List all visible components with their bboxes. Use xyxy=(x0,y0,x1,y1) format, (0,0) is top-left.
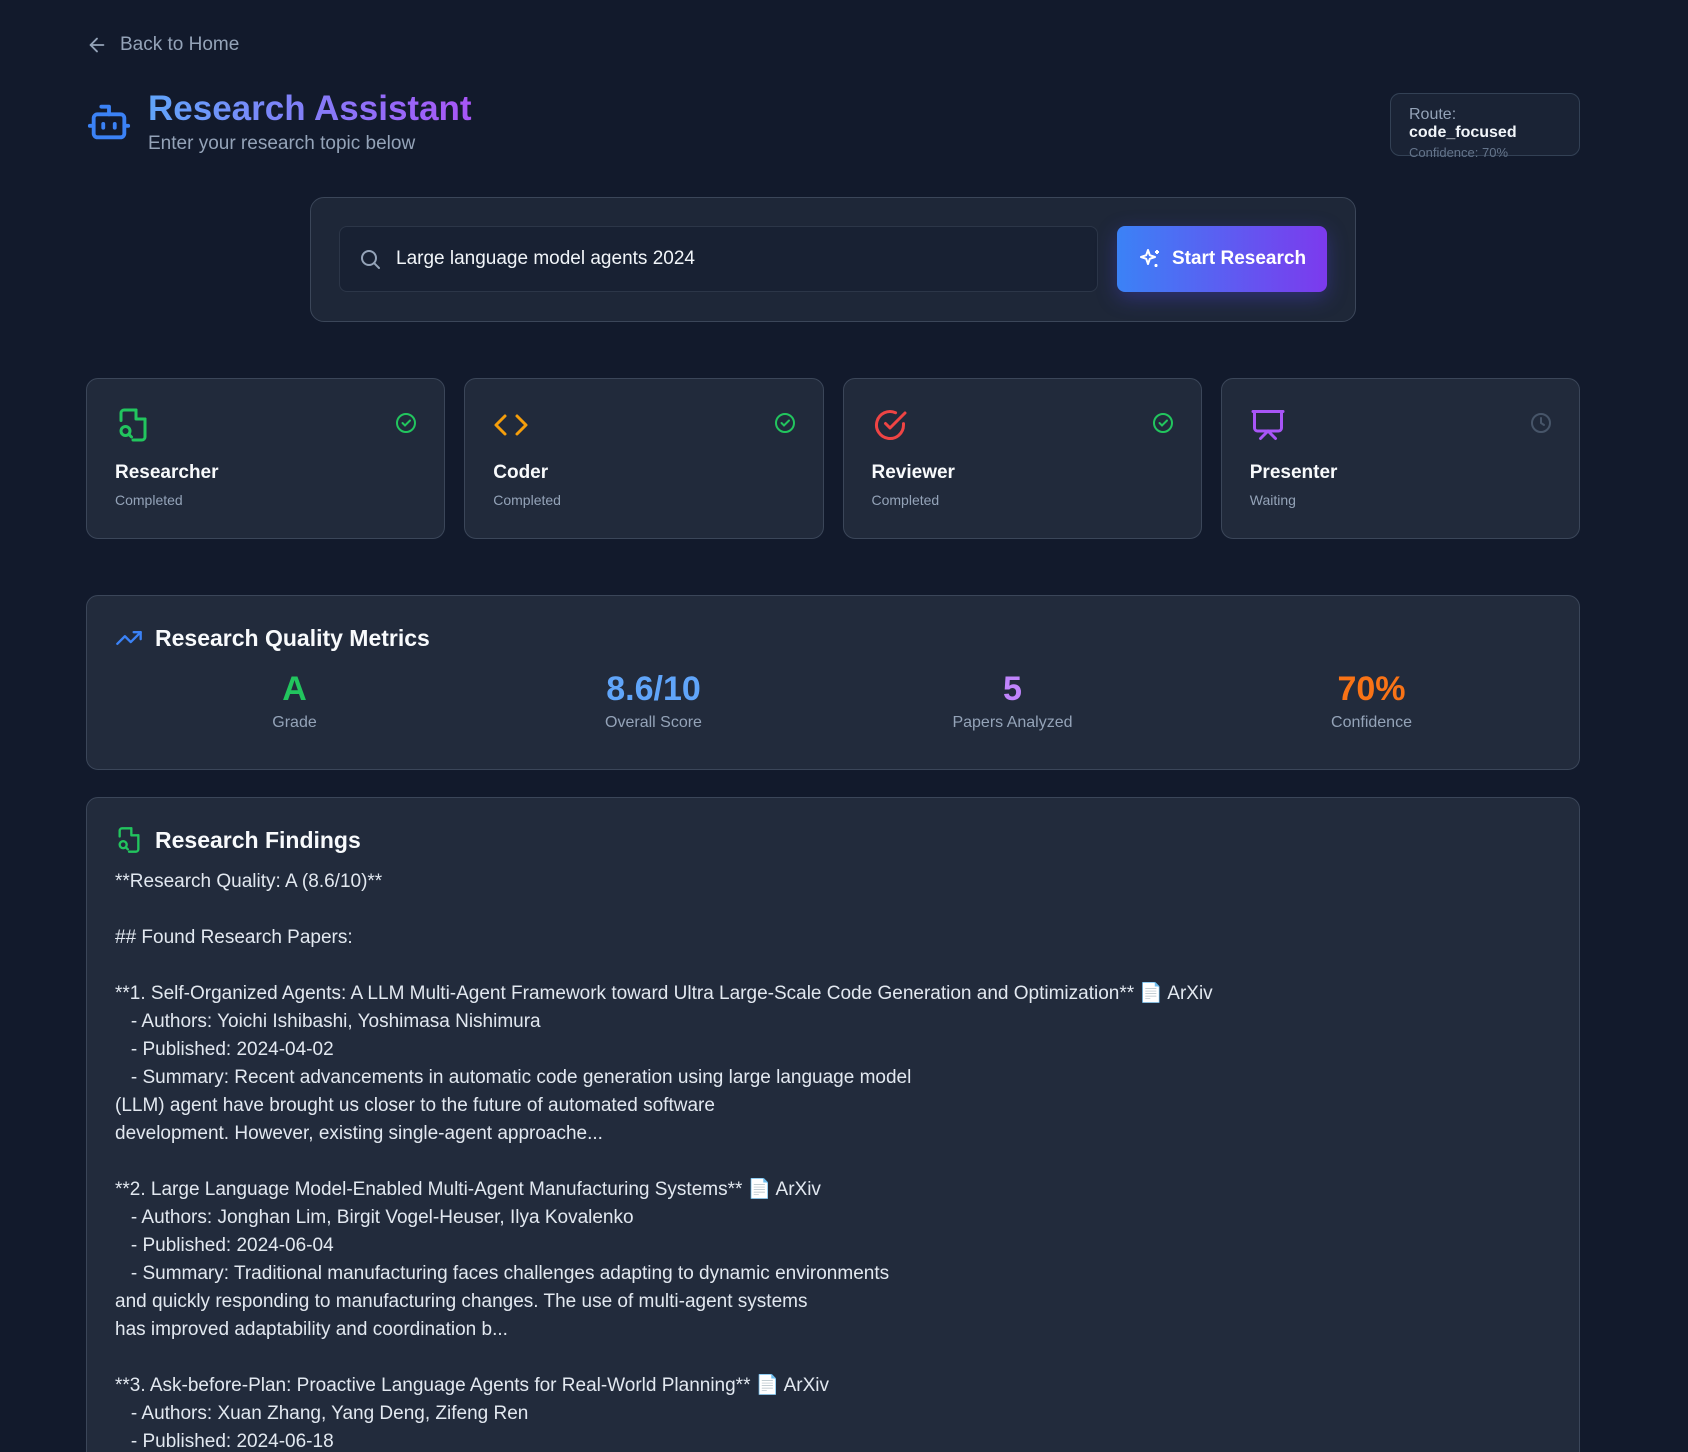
start-research-button[interactable]: Start Research xyxy=(1117,226,1327,292)
agent-card-reviewer: Reviewer Completed xyxy=(842,378,1202,539)
metrics-title: Research Quality Metrics xyxy=(155,624,430,651)
presentation-icon xyxy=(1251,410,1285,440)
quality-metrics-panel: Research Quality Metrics A Grade 8.6/10 … xyxy=(86,595,1580,770)
metric-label: Papers Analyzed xyxy=(952,714,1073,731)
metric-label: Confidence xyxy=(1331,714,1412,731)
route-badge: Route: code_focused Confidence: 70% xyxy=(1390,93,1580,160)
bot-icon xyxy=(87,105,131,140)
metric-value: 5 xyxy=(1003,670,1022,708)
search-input[interactable]: Large language model agents 2024 xyxy=(339,226,1098,292)
start-research-label: Start Research xyxy=(1171,248,1307,269)
agent-status: Completed xyxy=(871,492,940,508)
route-confidence: Confidence: 70% xyxy=(1409,145,1509,160)
trending-up-icon xyxy=(116,631,142,645)
search-panel: Large language model agents 2024 Start R… xyxy=(310,197,1356,322)
metric-label: Overall Score xyxy=(605,714,702,731)
file-search-icon xyxy=(119,408,147,442)
agent-name: Coder xyxy=(493,462,549,483)
agent-card-researcher: Researcher Completed xyxy=(86,378,446,539)
arrow-left-icon xyxy=(89,37,105,53)
page-subtitle: Enter your research topic below xyxy=(148,132,416,154)
back-to-home-link[interactable]: Back to Home xyxy=(86,34,239,56)
back-label: Back to Home xyxy=(120,34,240,55)
metric-label: Grade xyxy=(272,714,317,731)
metric-value: 70% xyxy=(1337,670,1406,708)
sparkles-icon xyxy=(1139,249,1159,267)
page: Back to Home Research Assistant Enter yo… xyxy=(0,0,1688,1452)
search-icon xyxy=(361,250,380,269)
route-value: code_focused xyxy=(1409,124,1517,141)
agent-name: Reviewer xyxy=(871,462,955,483)
page-title: Research Assistant xyxy=(148,89,472,128)
findings-text: **Research Quality: A (8.6/10)** ## Foun… xyxy=(115,871,1213,1452)
agent-cards: Researcher Completed Coder Completed Rev… xyxy=(86,378,1580,539)
agent-name: Presenter xyxy=(1249,462,1338,483)
clock-icon xyxy=(1531,413,1551,433)
check-circle-icon xyxy=(1152,413,1173,433)
file-search-icon xyxy=(118,827,140,853)
route-label: Route: xyxy=(1409,106,1457,123)
agent-card-presenter: Presenter Waiting xyxy=(1220,378,1580,539)
search-value: Large language model agents 2024 xyxy=(396,248,695,269)
check-circle-icon xyxy=(396,413,417,433)
agent-status: Waiting xyxy=(1249,492,1296,508)
metric-grade: A Grade xyxy=(145,672,445,732)
agent-status: Completed xyxy=(493,492,561,508)
agent-card-coder: Coder Completed xyxy=(464,378,824,539)
metric-confidence: 70% Confidence xyxy=(1222,672,1522,732)
metric-value: 8.6/10 xyxy=(606,670,701,708)
code-icon xyxy=(494,414,528,436)
check-circle-icon xyxy=(774,413,795,433)
findings-title: Research Findings xyxy=(155,826,361,853)
page-header: Research Assistant Enter your research t… xyxy=(86,89,472,155)
agent-name: Researcher xyxy=(115,462,219,483)
metric-value: A xyxy=(282,670,307,708)
metric-overall-score: 8.6/10 Overall Score xyxy=(504,672,804,732)
agent-status: Completed xyxy=(115,492,183,508)
check-circle-icon xyxy=(874,410,906,440)
metric-papers-analyzed: 5 Papers Analyzed xyxy=(863,672,1163,732)
research-findings-panel: Research Findings **Research Quality: A … xyxy=(86,797,1580,1452)
